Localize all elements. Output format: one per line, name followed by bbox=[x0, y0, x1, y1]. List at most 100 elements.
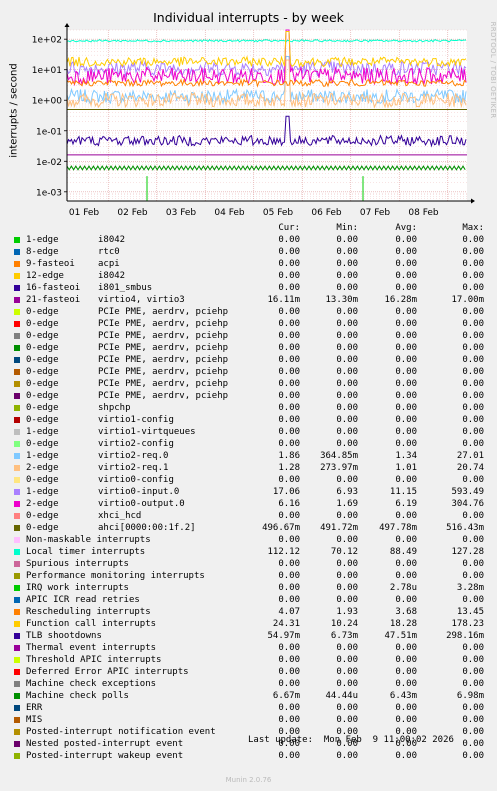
value-cur: 112.12 bbox=[267, 547, 300, 557]
legend-row: 0-edge xhci_hcd 0.00 0.00 0.00 0.00 bbox=[0, 510, 497, 522]
value-max: 0.00 bbox=[462, 391, 484, 401]
value-max: 0.00 bbox=[462, 283, 484, 293]
value-cur: 0.00 bbox=[278, 379, 300, 389]
value-cur: 0.00 bbox=[278, 679, 300, 689]
y-tick-label: 1e+00 bbox=[32, 97, 63, 107]
value-max: 593.49 bbox=[451, 487, 484, 497]
value-max: 0.00 bbox=[462, 595, 484, 605]
legend-swatch bbox=[14, 609, 20, 615]
legend-row: Function call interrupts 24.31 10.24 18.28 1… bbox=[0, 618, 497, 630]
value-min: 364.85m bbox=[320, 451, 358, 461]
series-name: Performance monitoring interrupts bbox=[26, 571, 205, 581]
value-min: 0.00 bbox=[336, 283, 358, 293]
series-name: 1-edge bbox=[26, 427, 59, 437]
legend-header: Cur: Min: Avg: Max: bbox=[0, 222, 497, 234]
legend-swatch bbox=[14, 465, 20, 471]
last-update: Last update: Mon Feb 9 11:00:02 2026 bbox=[248, 735, 454, 745]
legend-swatch bbox=[14, 525, 20, 531]
legend-row: Performance monitoring interrupts 0.00 0.0… bbox=[0, 570, 497, 582]
series-name: 1-edge bbox=[26, 487, 59, 497]
legend-swatch bbox=[14, 621, 20, 627]
x-tick-label: 04 Feb bbox=[214, 208, 245, 218]
series-device: i8042 bbox=[98, 271, 126, 281]
series-device: virtio2-req.0 bbox=[98, 451, 169, 461]
legend-swatch bbox=[14, 729, 20, 735]
value-avg: 0.00 bbox=[395, 343, 417, 353]
series-device: rtc0 bbox=[98, 247, 120, 257]
value-max: 0.00 bbox=[462, 367, 484, 377]
value-avg: 0.00 bbox=[395, 427, 417, 437]
legend-row: 9-fasteoi acpi 0.00 0.00 0.00 0.00 bbox=[0, 258, 497, 270]
value-min: 6.93 bbox=[336, 487, 358, 497]
legend-swatch bbox=[14, 381, 20, 387]
legend-row: 0-edge virtio2-config 0.00 0.00 0.00 0.00 bbox=[0, 438, 497, 450]
value-cur: 0.00 bbox=[278, 403, 300, 413]
value-max: 3.28m bbox=[456, 583, 484, 593]
legend-swatch bbox=[14, 753, 20, 759]
value-avg: 16.28m bbox=[384, 295, 417, 305]
series-name: 1-edge bbox=[26, 235, 59, 245]
legend-swatch bbox=[14, 705, 20, 711]
value-avg: 0.00 bbox=[395, 439, 417, 449]
series-name: TLB shootdowns bbox=[26, 631, 102, 641]
value-cur: 0.00 bbox=[278, 247, 300, 257]
chart-plot: 1e+02 1e+01 1e+00 1e-01 1e-02 1e-03 01 Feb 02 F… bbox=[32, 23, 475, 218]
legend-swatch bbox=[14, 669, 20, 675]
legend-row: Spurious interrupts 0.00 0.00 0.00 0.00 bbox=[0, 558, 497, 570]
legend-row: 1-edge virtio1-virtqueues 0.00 0.00 0.00 0.00 bbox=[0, 426, 497, 438]
value-max: 0.00 bbox=[462, 271, 484, 281]
value-cur: 0.00 bbox=[278, 259, 300, 269]
value-cur: 0.00 bbox=[278, 703, 300, 713]
value-avg: 0.00 bbox=[395, 535, 417, 545]
col-avg-header: Avg: bbox=[395, 223, 417, 233]
series-name: 0-edge bbox=[26, 523, 59, 533]
legend-swatch bbox=[14, 513, 20, 519]
value-cur: 0.00 bbox=[278, 367, 300, 377]
value-avg: 0.00 bbox=[395, 703, 417, 713]
value-avg: 1.01 bbox=[395, 463, 417, 473]
series-name: 1-edge bbox=[26, 451, 59, 461]
value-min: 0.00 bbox=[336, 439, 358, 449]
value-avg: 0.00 bbox=[395, 235, 417, 245]
value-max: 17.00m bbox=[451, 295, 484, 305]
value-cur: 1.28 bbox=[278, 463, 300, 473]
series-name: Local timer interrupts bbox=[26, 547, 146, 557]
value-cur: 6.16 bbox=[278, 499, 300, 509]
series-device: PCIe PME, aerdrv, pciehp bbox=[98, 307, 229, 317]
value-min: 0.00 bbox=[336, 715, 358, 725]
series-name: 8-edge bbox=[26, 247, 59, 257]
legend-row: Rescheduling interrupts 4.07 1.93 3.68 13.45 bbox=[0, 606, 497, 618]
legend-swatch bbox=[14, 717, 20, 723]
legend-row: 21-fasteoi virtio4, virtio3 16.11m 13.30m 16… bbox=[0, 294, 497, 306]
value-cur: 0.00 bbox=[278, 331, 300, 341]
value-min: 0.00 bbox=[336, 367, 358, 377]
series-name: Function call interrupts bbox=[26, 619, 157, 629]
value-max: 6.98m bbox=[456, 691, 484, 701]
legend-row: APIC ICR read retries 0.00 0.00 0.00 0.00 bbox=[0, 594, 497, 606]
col-cur-header: Cur: bbox=[278, 223, 300, 233]
series-name: 0-edge bbox=[26, 331, 59, 341]
legend-row: Machine check polls 6.67m 44.44u 6.43m 6.98m bbox=[0, 690, 497, 702]
value-cur: 0.00 bbox=[278, 571, 300, 581]
legend-row: TLB shootdowns 54.97m 6.73m 47.51m 298.16m bbox=[0, 630, 497, 642]
value-cur: 0.00 bbox=[278, 715, 300, 725]
legend-row: Posted-interrupt wakeup event 0.00 0.00 0.0… bbox=[0, 750, 497, 762]
value-avg: 47.51m bbox=[384, 631, 417, 641]
value-cur: 0.00 bbox=[278, 595, 300, 605]
legend-row: 0-edge PCIe PME, aerdrv, pciehp 0.00 0.00 0.… bbox=[0, 306, 497, 318]
legend-swatch bbox=[14, 249, 20, 255]
legend-swatch bbox=[14, 633, 20, 639]
value-avg: 0.00 bbox=[395, 655, 417, 665]
series-device: virtio0-input.0 bbox=[98, 487, 180, 497]
value-cur: 17.06 bbox=[272, 487, 300, 497]
series-name: Threshold APIC interrupts bbox=[26, 655, 162, 665]
value-max: 298.16m bbox=[446, 631, 484, 641]
legend-swatch bbox=[14, 405, 20, 411]
series-device: xhci_hcd bbox=[98, 511, 142, 521]
series-name: 0-edge bbox=[26, 355, 59, 365]
x-tick-label: 07 Feb bbox=[360, 208, 391, 218]
value-cur: 496.67m bbox=[262, 523, 300, 533]
value-max: 0.00 bbox=[462, 379, 484, 389]
value-max: 0.00 bbox=[462, 535, 484, 545]
value-avg: 0.00 bbox=[395, 715, 417, 725]
